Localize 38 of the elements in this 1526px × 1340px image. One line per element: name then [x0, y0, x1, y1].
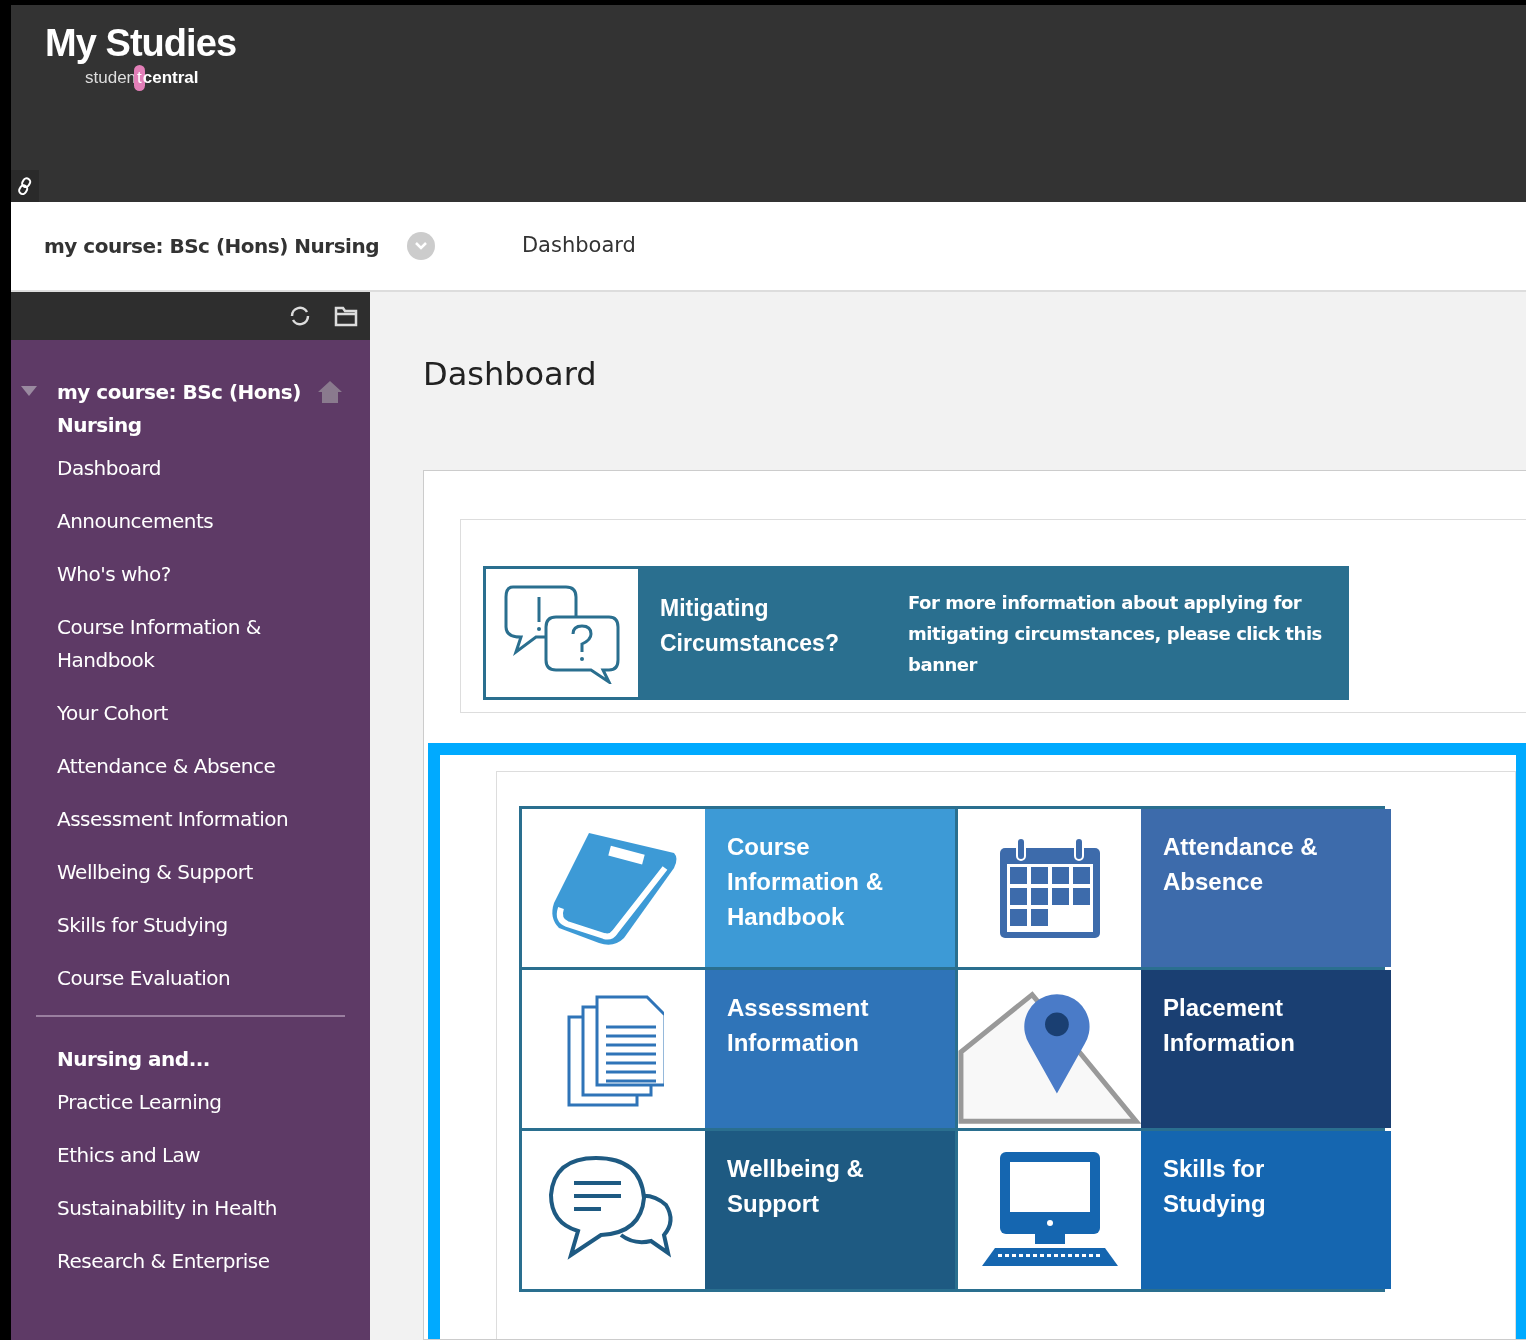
sidebar-item[interactable]: Research & Enterprise [57, 1235, 270, 1288]
link-tile[interactable]: Attendance & Absence [958, 809, 1391, 967]
folder-icon[interactable] [334, 305, 358, 327]
sidebar-item[interactable]: Sustainability in Health [57, 1182, 278, 1235]
tile-label: Wellbeing & Support [727, 1154, 865, 1219]
tile-label: Assessment Information [727, 993, 870, 1058]
site-title: My Studies [45, 21, 237, 65]
sidebar-item[interactable]: Your Cohort [57, 687, 168, 740]
banner-title: Mitigating Circumstances? [660, 594, 840, 658]
tile-label: Skills for Studying [1163, 1154, 1267, 1219]
sidebar-item[interactable]: Assessment Information [57, 793, 289, 846]
sidebar-item[interactable]: Ethics and Law [57, 1129, 201, 1182]
link-tile[interactable]: Placement Information [958, 970, 1391, 1128]
link-tile[interactable]: Assessment Information [522, 970, 955, 1128]
sidebar-item[interactable]: Wellbeing & Support [57, 846, 253, 899]
sidebar-item[interactable]: Course Information & Handbook [57, 601, 350, 687]
link-tile[interactable]: Skills for Studying [958, 1131, 1391, 1289]
tile-label: Attendance & Absence [1163, 832, 1319, 897]
sidebar-item[interactable]: Dashboard [57, 442, 161, 495]
sidebar-item[interactable]: Who's who? [57, 548, 171, 601]
caret-icon[interactable] [19, 384, 39, 398]
sidebar-item[interactable]: Course Evaluation [57, 952, 231, 1005]
course-title[interactable]: my course: BSc (Hons) Nursing [57, 376, 307, 442]
mitigating-banner[interactable]: Mitigating Circumstances? For more information about applying for mitigating circumstances, please click this banner [483, 566, 1349, 700]
tile-label: Course Information & Handbook [727, 832, 884, 932]
sidebar-item[interactable]: Attendance & Absence [57, 740, 276, 793]
page-title: Dashboard [423, 354, 597, 395]
link-tile[interactable]: Wellbeing & Support [522, 1131, 955, 1289]
tile-label: Placement Information [1163, 993, 1296, 1058]
sidebar-item[interactable]: Announcements [57, 495, 214, 548]
breadcrumb-page: Dashboard [521, 232, 636, 260]
banner-text: For more information about applying for mitigating circumstances, please click this banner [908, 591, 1323, 677]
section-heading: Nursing and... [56, 1046, 210, 1073]
course-breadcrumb[interactable]: my course: BSc (Hons) Nursing [44, 231, 379, 261]
refresh-icon[interactable] [288, 304, 312, 328]
sidebar-item[interactable]: Practice Learning [57, 1076, 222, 1129]
link-icon[interactable] [11, 170, 39, 202]
sidebar-item[interactable]: Skills for Studying [57, 899, 228, 952]
